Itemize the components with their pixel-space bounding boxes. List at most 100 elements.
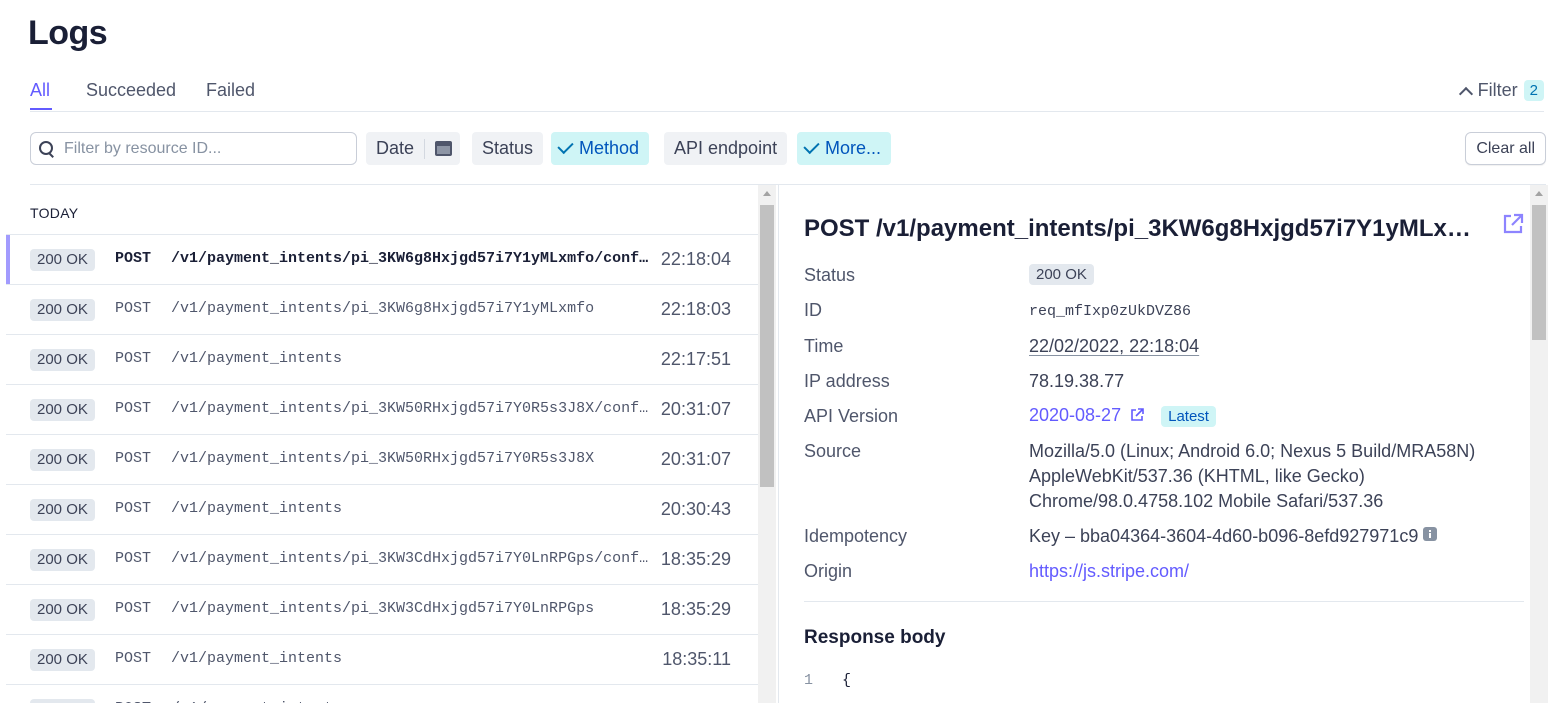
http-method: POST <box>115 600 152 617</box>
status-label: Status <box>804 265 856 285</box>
detail-divider <box>804 601 1524 602</box>
log-row[interactable]: 200 OK POST/v1/payment_intents/pi_3KW50RH… <box>6 384 758 434</box>
endpoint-path: /v1/payment_intents/pi_3KW3CdHxjgd57i7Y0… <box>171 550 651 567</box>
request-time: 20:30:43 <box>660 499 731 519</box>
request-time: 18:35:29 <box>660 549 731 569</box>
line-number: 1 <box>804 672 814 689</box>
api-version-label: API Version <box>804 406 899 426</box>
log-row[interactable]: 200 OK POST/v1/payment_intents/pi_3KW3CdH… <box>6 584 758 634</box>
search-input[interactable] <box>64 139 344 158</box>
request-time: 22:17:51 <box>660 349 731 369</box>
filter-toolbar: Date Status Method API endpoint More... … <box>30 132 1546 166</box>
scroll-up-arrow-icon[interactable] <box>763 191 771 196</box>
tab-all[interactable]: All <box>30 80 52 110</box>
origin-link[interactable]: https://js.stripe.com/ <box>1029 561 1189 582</box>
api-version-link[interactable]: 2020-08-27 <box>1029 405 1121 425</box>
filter-toggle[interactable]: Filter 2 <box>1458 80 1544 101</box>
status-badge: 200 OK <box>30 499 95 521</box>
status-badge: 200 OK <box>30 249 95 271</box>
filter-count-badge: 2 <box>1523 80 1544 101</box>
log-detail-panel: POST /v1/payment_intents/pi_3KW6g8Hxjgd5… <box>778 185 1530 703</box>
endpoint-path: /v1/payment_intents <box>171 350 343 367</box>
method-filter-label: Method <box>579 138 640 158</box>
request-time: 22:18:04 <box>660 249 731 269</box>
status-badge: 200 OK <box>30 699 95 703</box>
request-time: 18:35:29 <box>660 599 731 619</box>
log-list: 200 OK POST/v1/payment_intents/pi_3KW6g8H… <box>6 234 758 703</box>
endpoint-path: /v1/payment_intents <box>171 500 343 517</box>
http-method: POST <box>115 650 152 667</box>
http-method: POST <box>115 350 152 367</box>
log-row[interactable]: 200 OK POST/v1/payment_intents 18:35:11 <box>6 634 758 684</box>
tab-succeeded[interactable]: Succeeded <box>86 80 176 101</box>
time-value[interactable]: 22/02/2022, 22:18:04 <box>1029 336 1199 357</box>
request-id-value: req_mfIxp0zUkDVZ86 <box>1029 303 1192 320</box>
http-method: POST <box>115 400 152 417</box>
log-row[interactable]: 200 OK POST/v1/payment_intents/pi_3KW3CdH… <box>6 534 758 584</box>
tab-bar: All Succeeded Failed Filter 2 <box>30 78 1544 112</box>
list-scrollbar[interactable] <box>758 185 776 703</box>
idempotency-key: Key – bba04364-3604-4d60-b096-8efd927971… <box>1029 526 1419 546</box>
scrollbar-thumb[interactable] <box>760 205 774 487</box>
active-tab-indicator <box>30 108 52 110</box>
id-label: ID <box>804 300 822 320</box>
method-filter-chip[interactable]: Method <box>551 132 650 165</box>
http-method: POST <box>115 500 152 517</box>
log-row[interactable]: 200 OK POST/v1/payment_intents/pi_3KW6g8H… <box>6 234 758 284</box>
more-filters-chip[interactable]: More... <box>797 132 892 165</box>
log-row[interactable]: 200 OK POST/v1/payment_intents 22:17:51 <box>6 334 758 384</box>
endpoint-path: /v1/payment_intents/pi_3KW6g8Hxjgd57i7Y1… <box>171 300 595 317</box>
date-section-heading: TODAY <box>30 205 79 221</box>
api-endpoint-filter-chip[interactable]: API endpoint <box>664 132 788 165</box>
clear-all-button[interactable]: Clear all <box>1465 132 1546 165</box>
ip-address-label: IP address <box>804 371 890 391</box>
search-field[interactable] <box>30 132 357 165</box>
scrollbar-thumb[interactable] <box>1532 205 1546 340</box>
source-label: Source <box>804 441 862 461</box>
status-badge: 200 OK <box>30 299 95 321</box>
status-badge: 200 OK <box>1029 264 1094 285</box>
detail-title: POST /v1/payment_intents/pi_3KW6g8Hxjgd5… <box>804 215 1484 242</box>
status-filter-chip[interactable]: Status <box>472 132 544 165</box>
http-method: POST <box>115 300 152 317</box>
status-badge: 200 OK <box>30 549 95 571</box>
idempotency-value: Key – bba04364-3604-4d60-b096-8efd927971… <box>1029 526 1438 547</box>
ip-address-value: 78.19.38.77 <box>1029 371 1125 391</box>
external-link-icon[interactable] <box>1130 408 1144 422</box>
chip-divider <box>424 138 426 159</box>
endpoint-path: /v1/payment_intents/pi_3KW3CdHxjgd57i7Y0… <box>171 600 595 617</box>
latest-badge: Latest <box>1161 406 1216 427</box>
log-row[interactable]: 200 OK POST/v1/payment_intents/pi_3KW6g8H… <box>6 284 758 334</box>
source-value: Mozilla/5.0 (Linux; Android 6.0; Nexus 5… <box>1029 441 1476 511</box>
check-icon <box>803 137 820 155</box>
http-method: POST <box>115 550 152 567</box>
origin-label: Origin <box>804 561 853 581</box>
endpoint-path: /v1/payment_intents/pi_3KW50RHxjgd57i7Y0… <box>171 400 651 417</box>
http-method: POST <box>115 450 152 467</box>
date-filter-label: Date <box>376 138 415 158</box>
log-row[interactable]: 200 OKPOST/v1/payment_intents <box>6 684 758 703</box>
log-list-panel: TODAY 200 OK POST/v1/payment_intents/pi_3… <box>0 185 778 703</box>
detail-scrollbar[interactable] <box>1530 185 1548 703</box>
calendar-icon[interactable] <box>435 141 453 156</box>
scroll-up-arrow-icon[interactable] <box>1535 191 1543 196</box>
request-time: 20:31:07 <box>660 449 731 469</box>
code-text: { <box>842 672 852 689</box>
status-badge: 200 OK <box>30 599 95 621</box>
tab-failed[interactable]: Failed <box>206 80 255 101</box>
idempotency-label: Idempotency <box>804 526 908 546</box>
code-line: 1{ <box>804 672 851 689</box>
request-time: 18:35:11 <box>662 649 731 669</box>
tab-label: All <box>30 80 51 100</box>
external-link-icon[interactable] <box>1502 213 1524 235</box>
date-filter-chip[interactable]: Date <box>366 132 461 165</box>
chevron-up-icon <box>1458 86 1473 101</box>
endpoint-path: /v1/payment_intents/pi_3KW6g8Hxjgd57i7Y1… <box>171 250 651 267</box>
status-value: 200 OK <box>1029 263 1094 285</box>
info-icon[interactable] <box>1423 527 1438 541</box>
log-row[interactable]: 200 OK POST/v1/payment_intents 20:30:43 <box>6 484 758 534</box>
time-label: Time <box>804 336 844 356</box>
log-row[interactable]: 200 OK POST/v1/payment_intents/pi_3KW50RH… <box>6 434 758 484</box>
request-time: 20:31:07 <box>660 399 731 419</box>
filter-label: Filter <box>1477 80 1518 100</box>
